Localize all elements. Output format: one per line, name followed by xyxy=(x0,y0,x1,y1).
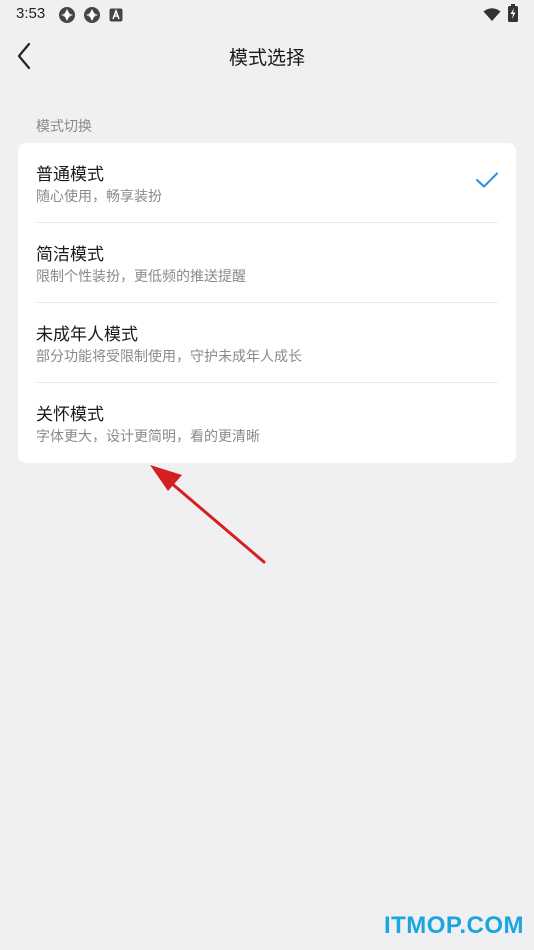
mode-item-simple[interactable]: 简洁模式 限制个性装扮，更低频的推送提醒 xyxy=(18,223,516,303)
mode-subtitle: 部分功能将受限制使用，守护未成年人成长 xyxy=(36,349,302,365)
mode-item-minor[interactable]: 未成年人模式 部分功能将受限制使用，守护未成年人成长 xyxy=(18,303,516,383)
mode-list: 普通模式 随心使用，畅享装扮 简洁模式 限制个性装扮，更低频的推送提醒 未成年人… xyxy=(18,143,516,463)
watermark-logo: ITMOP.COM xyxy=(383,912,524,939)
status-time: 3:53 xyxy=(16,5,46,22)
a-icon xyxy=(109,7,123,26)
mode-title: 普通模式 xyxy=(36,165,104,185)
mode-subtitle: 字体更大，设计更简明，看的更清晰 xyxy=(36,429,260,445)
section-label: 模式切换 xyxy=(36,119,92,135)
mode-subtitle: 限制个性装扮，更低频的推送提醒 xyxy=(36,269,246,285)
header: 模式选择 xyxy=(0,28,534,84)
status-bar: 3:53 xyxy=(0,0,534,28)
mode-item-care[interactable]: 关怀模式 字体更大，设计更简明，看的更清晰 xyxy=(18,383,516,463)
battery-charging-icon xyxy=(507,4,519,26)
mode-subtitle: 随心使用，畅享装扮 xyxy=(36,189,162,205)
page-title: 模式选择 xyxy=(228,47,305,69)
app-notification-icon xyxy=(58,6,76,28)
mode-item-normal[interactable]: 普通模式 随心使用，畅享装扮 xyxy=(18,143,516,223)
app-notification-icon xyxy=(83,6,101,28)
mode-title: 简洁模式 xyxy=(36,245,104,265)
mode-title: 关怀模式 xyxy=(36,405,104,425)
mode-title: 未成年人模式 xyxy=(36,325,138,345)
checkmark-icon xyxy=(476,172,498,188)
wifi-icon xyxy=(483,7,501,26)
